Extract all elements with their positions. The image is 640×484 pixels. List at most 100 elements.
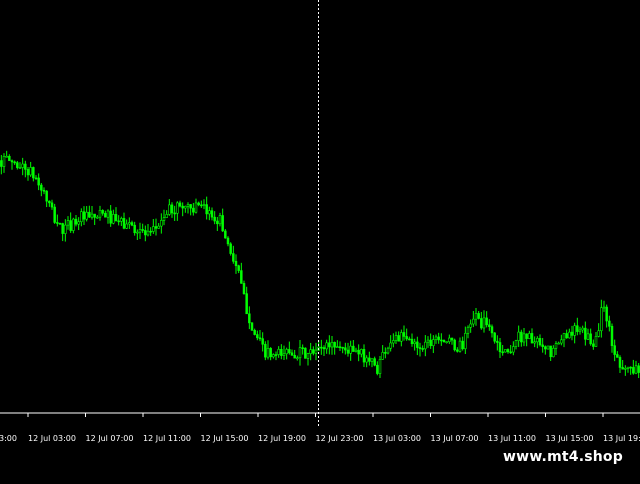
candle-body (536, 338, 539, 343)
candle-body (250, 322, 254, 331)
time-tick-label: 12 Jul 15:00 (201, 434, 249, 443)
candle-body (544, 346, 547, 350)
candle-body (18, 167, 22, 169)
candle-body (10, 160, 14, 163)
candle-body (320, 346, 323, 349)
candle-body (232, 253, 235, 262)
chart-canvas: 3:00 12 Jul 03:00 12 Jul 07:00 12 Jul 11:00… (0, 0, 640, 443)
candle-body (546, 345, 550, 350)
candle-body (594, 335, 598, 347)
candle-body (309, 349, 312, 354)
candle-body (456, 349, 459, 352)
candle-body (354, 349, 358, 352)
candle-body (517, 331, 520, 341)
candle-body (264, 343, 267, 358)
candle-body (624, 368, 627, 370)
candle-body (314, 349, 318, 354)
candle-body (226, 237, 230, 245)
candle-body (408, 338, 411, 341)
candle-body (493, 332, 496, 342)
candle-body (416, 341, 419, 348)
candle-body (432, 339, 435, 347)
candle-body (120, 218, 123, 222)
candle-body (485, 317, 488, 326)
time-tick-label: 13 Jul 03:00 (373, 434, 421, 443)
candle-body (69, 220, 72, 231)
candle-body (458, 340, 462, 352)
candle-body (490, 326, 494, 334)
time-tick-label-partial: 3:00 (0, 434, 17, 443)
candle-body (592, 343, 595, 347)
candle-body (322, 347, 326, 350)
candle-body (13, 161, 16, 164)
candle-body (464, 332, 467, 350)
candle-body (477, 313, 480, 319)
candle-body (114, 214, 118, 222)
candle-body (346, 349, 350, 354)
candle-body (626, 366, 630, 369)
candle-body (280, 348, 283, 356)
candle-body (560, 339, 563, 344)
candle-body (106, 210, 110, 218)
candle-body (568, 331, 571, 339)
candle-body (434, 336, 438, 340)
candle-body (24, 163, 27, 170)
candle-body (2, 156, 6, 167)
candle-body (138, 229, 142, 233)
time-axis-ticks: 3:00 12 Jul 03:00 12 Jul 07:00 12 Jul 11:00… (0, 413, 640, 443)
candle-body (202, 204, 206, 206)
candle-body (450, 337, 454, 341)
candle-body (373, 358, 376, 366)
candle-body (101, 210, 104, 214)
candle-body (162, 217, 166, 221)
candle-body (173, 212, 176, 215)
candle-body (421, 348, 424, 350)
candle-body (266, 348, 270, 358)
time-tick-label: 12 Jul 11:00 (143, 434, 191, 443)
candle-body (130, 222, 134, 226)
candle-body (509, 351, 512, 354)
candle-body (306, 353, 310, 359)
candle-body (637, 365, 640, 373)
candle-body (194, 202, 198, 213)
candle-body (538, 338, 542, 346)
candle-body (328, 342, 331, 348)
candle-body (32, 167, 35, 179)
candle-body (242, 283, 246, 294)
time-tick-label: 12 Jul 23:00 (316, 434, 364, 443)
candle-body (21, 163, 24, 168)
candle-body (85, 211, 88, 220)
candle-body (125, 223, 128, 229)
candle-body (80, 211, 83, 223)
candle-body (301, 347, 304, 349)
candle-body (72, 218, 75, 231)
candle-body (589, 333, 592, 345)
candle-body (496, 340, 499, 343)
candle-body (448, 337, 451, 342)
candle-body (312, 349, 315, 354)
candle-body (37, 177, 40, 186)
candle-body (581, 327, 584, 331)
candle-body (61, 223, 64, 234)
candle-body (5, 155, 8, 158)
candle-body (394, 335, 398, 341)
candle-body (64, 224, 67, 234)
candle-body (384, 352, 387, 354)
candle-body (578, 329, 582, 332)
candle-body (133, 224, 136, 234)
candle-body (74, 218, 78, 225)
candle-body (141, 229, 144, 231)
candle-body (272, 354, 275, 358)
candle-body (237, 265, 240, 271)
candle-body (53, 206, 56, 223)
candle-body (368, 357, 371, 362)
candle-body (554, 343, 558, 349)
candles-layer (0, 150, 640, 379)
candle-body (269, 348, 272, 358)
candle-body (213, 216, 216, 222)
candle-body (104, 213, 107, 218)
candle-body (488, 324, 491, 327)
candle-body (42, 189, 46, 192)
candle-body (602, 306, 606, 309)
candle-body (442, 340, 446, 343)
